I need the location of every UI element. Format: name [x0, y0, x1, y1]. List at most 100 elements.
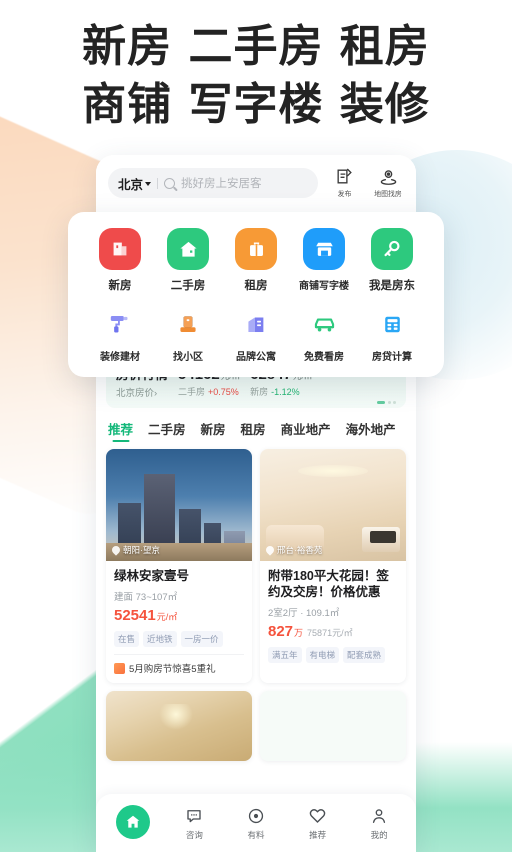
- quick-entry-label: 商铺写字楼: [299, 281, 349, 292]
- quick-entry-label: 房贷计算: [372, 352, 412, 363]
- bottom-navigation: 咨询 有料 推荐 我的: [96, 794, 416, 852]
- divider: [157, 177, 159, 189]
- rent-house-icon: [235, 228, 277, 270]
- quick-entry-panel: 新房 二手房 租房 商铺写字楼 我是房东 装修建材 找小区 品牌公寓 免费看房 …: [68, 212, 444, 377]
- location-pin-icon: [110, 544, 122, 556]
- listing-card-partial[interactable]: [260, 691, 406, 762]
- quick-entry-label: 装修建材: [100, 352, 140, 363]
- city-selector[interactable]: 北京: [118, 174, 152, 193]
- publish-icon: [336, 168, 352, 184]
- listing-tag: 一房一价: [180, 631, 223, 648]
- quick-entry-row-1: 新房 二手房 租房 商铺写字楼 我是房东: [78, 228, 434, 293]
- home-icon: [115, 804, 150, 839]
- listing-price-value: 52541: [114, 607, 156, 625]
- tab-commercial[interactable]: 商业地产: [281, 419, 331, 442]
- tab-rent[interactable]: 租房: [241, 419, 266, 442]
- listing-tag: 有电梯: [305, 647, 340, 663]
- tab-secondhand[interactable]: 二手房: [148, 419, 186, 442]
- publish-label: 发布: [337, 189, 351, 198]
- map-pin-icon: [380, 170, 396, 185]
- listing-title: 绿林安家壹号: [114, 569, 190, 583]
- listing-image: 朝阳·望京: [106, 449, 252, 561]
- quick-entry-landlord[interactable]: 我是房东: [358, 228, 426, 293]
- tab-recommend[interactable]: 推荐: [108, 419, 133, 442]
- quick-entry-decoration[interactable]: 装修建材: [86, 307, 154, 363]
- location-pin-icon: [264, 544, 276, 556]
- listing-tags: 满五年 有电梯 配套成熟: [268, 647, 398, 663]
- price-sub-newhouse: 新房 -1.12%: [250, 385, 312, 398]
- listing-geo-badge: 邢台·裕香苑: [264, 544, 323, 556]
- map-search-label: 地图找房: [374, 189, 402, 198]
- listing-body: 附带180平大花园！签约及交房！价格优惠不... 2室2厅 · 109.1㎡ 8…: [260, 561, 406, 671]
- hero-line-1: 新房 二手房 租房: [82, 21, 430, 72]
- price-change-up: +0.75%: [208, 386, 239, 397]
- chandelier-glow: [159, 703, 194, 730]
- listing-card[interactable]: 朝阳·望京 绿林安家壹号 建面 73~107㎡ 52541元/㎡ 在售 近地铁 …: [106, 449, 252, 684]
- price-sub-label: 新房: [250, 386, 269, 397]
- tab-overseas[interactable]: 海外地产: [346, 419, 396, 442]
- calculator-icon: [375, 307, 409, 341]
- nav-item-chat[interactable]: 咨询: [168, 805, 220, 841]
- carousel-dots: [377, 401, 396, 404]
- listing-promo-text: 5月购房节惊喜5重礼: [129, 664, 216, 676]
- nav-item-home[interactable]: [107, 804, 159, 842]
- search-placeholder: 挑好房上安居客: [181, 178, 262, 190]
- listing-meta: 2室2厅 · 109.1㎡: [268, 608, 340, 619]
- content-icon: [247, 805, 265, 826]
- quick-entry-community[interactable]: 找小区: [154, 307, 222, 363]
- apartment-icon: [239, 307, 273, 341]
- quick-entry-second-hand[interactable]: 二手房: [154, 228, 222, 293]
- price-strip-subheading[interactable]: 北京房价›: [116, 385, 168, 399]
- listing-tag: 配套成熟: [343, 647, 386, 663]
- quick-entry-label: 新房: [108, 280, 132, 292]
- map-search-button[interactable]: 地图找房: [370, 167, 406, 199]
- listing-price-unit: 元/㎡: [156, 612, 178, 623]
- paint-roller-icon: [103, 307, 137, 341]
- listing-tags: 在售 近地铁 一房一价: [114, 631, 244, 648]
- nav-item-content[interactable]: 有料: [230, 805, 282, 841]
- quick-entry-label: 品牌公寓: [236, 352, 276, 363]
- nav-label-content: 有料: [247, 830, 265, 840]
- listing-card[interactable]: 邢台·裕香苑 附带180平大花园！签约及交房！价格优惠不... 2室2厅 · 1…: [260, 449, 406, 684]
- quick-entry-label: 我是房东: [369, 280, 415, 292]
- listing-price-unit: 万: [294, 628, 304, 638]
- quick-entry-apartment[interactable]: 品牌公寓: [222, 307, 290, 363]
- ceiling-light-glow: [297, 464, 369, 477]
- quick-entry-label: 租房: [244, 280, 268, 292]
- listing-image: [106, 691, 252, 762]
- shop-office-icon: [303, 228, 345, 270]
- publish-button[interactable]: 发布: [326, 167, 362, 199]
- listing-geo-text: 朝阳·望京: [123, 545, 160, 555]
- quick-entry-free-viewing[interactable]: 免费看房: [290, 307, 358, 363]
- quick-entry-mortgage-calc[interactable]: 房贷计算: [358, 307, 426, 363]
- listing-card-partial[interactable]: [106, 691, 252, 762]
- listing-meta: 建面 73~107㎡: [114, 592, 178, 604]
- quick-entry-rent[interactable]: 租房: [222, 228, 290, 293]
- price-change-down: -1.12%: [271, 386, 300, 397]
- quick-entry-label: 找小区: [173, 352, 203, 363]
- heart-icon: [308, 805, 327, 826]
- quick-entry-shop-office[interactable]: 商铺写字楼: [290, 228, 358, 293]
- quick-entry-row-2: 装修建材 找小区 品牌公寓 免费看房 房贷计算: [78, 307, 434, 363]
- chat-icon: [185, 805, 203, 826]
- listing-geo-text: 邢台·裕香苑: [277, 545, 323, 555]
- second-hand-house-icon: [167, 228, 209, 270]
- search-input[interactable]: 北京 挑好房上安居客: [108, 168, 318, 198]
- nav-label-chat: 咨询: [185, 830, 203, 840]
- listing-cards: 朝阳·望京 绿林安家壹号 建面 73~107㎡ 52541元/㎡ 在售 近地铁 …: [96, 449, 416, 684]
- quick-entry-new-house[interactable]: 新房: [86, 228, 154, 293]
- nav-item-profile[interactable]: 我的: [353, 805, 405, 841]
- quick-entry-label: 二手房: [170, 280, 206, 292]
- nav-item-recommend[interactable]: 推荐: [292, 805, 344, 841]
- quick-entry-label: 免费看房: [304, 352, 344, 363]
- nav-label-recommend: 推荐: [309, 830, 327, 840]
- hero-line-2: 商铺 写字楼 装修: [82, 79, 430, 131]
- gift-icon: [114, 662, 125, 674]
- free-viewing-car-icon: [307, 307, 341, 341]
- listing-price: 52541元/㎡: [114, 607, 244, 625]
- tab-newhouse[interactable]: 新房: [201, 419, 226, 442]
- category-tabs: 推荐 二手房 新房 租房 商业地产 海外地产: [96, 408, 416, 449]
- next-listing-row: [96, 683, 416, 762]
- listing-price: 827万 75871元/㎡: [268, 623, 398, 641]
- listing-body: 绿林安家壹号 建面 73~107㎡ 52541元/㎡ 在售 近地铁 一房一价 5…: [106, 561, 252, 683]
